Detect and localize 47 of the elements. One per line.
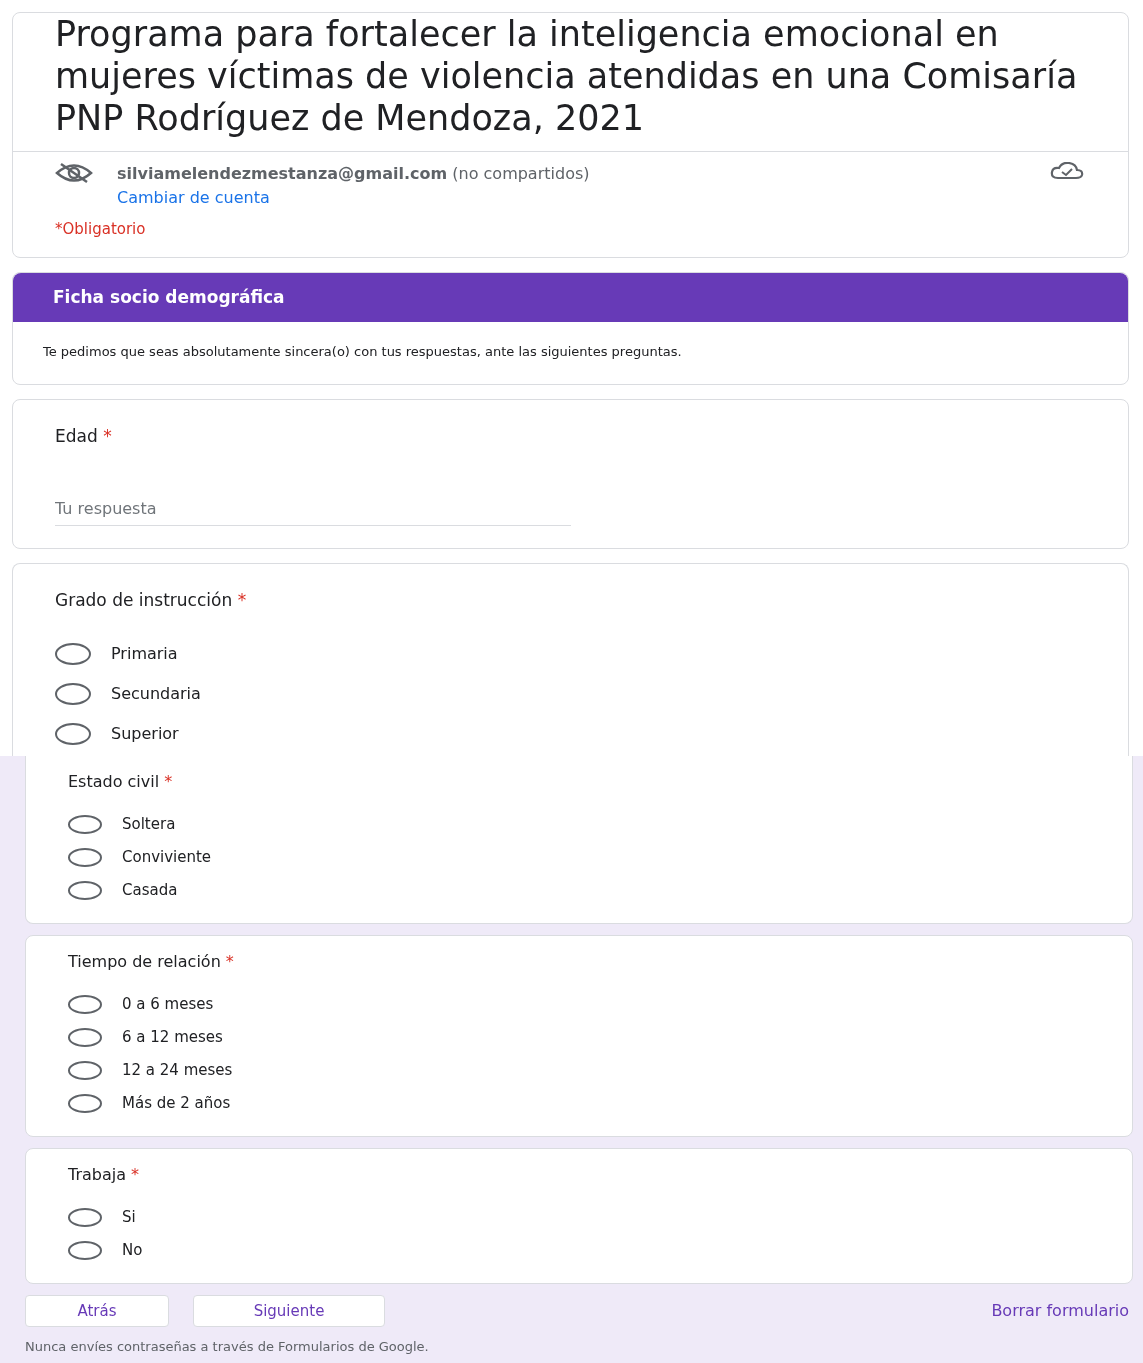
required-asterisk: * <box>103 425 112 446</box>
radio-button[interactable] <box>68 1207 102 1227</box>
question-title: Grado de instrucción <box>55 590 233 610</box>
account-email: silviamelendezmestanza@gmail.com <box>117 164 448 183</box>
radio-button[interactable] <box>68 1240 102 1260</box>
radio-button[interactable] <box>68 814 102 834</box>
option-label: 6 a 12 meses <box>122 1026 223 1048</box>
option-label: 12 a 24 meses <box>122 1059 233 1081</box>
section-title: Ficha socio demográfica <box>13 272 1128 322</box>
required-note: *Obligatorio <box>54 219 147 240</box>
radio-button[interactable] <box>68 1093 102 1113</box>
option-label: Soltera <box>122 813 176 835</box>
question-title: Trabaja <box>68 1164 126 1184</box>
radio-button[interactable] <box>68 1027 102 1047</box>
question-title: Edad <box>55 425 98 446</box>
question-title: Estado civil <box>68 771 160 791</box>
radio-button[interactable] <box>68 880 102 900</box>
section-description: Te pedimos que seas absolutamente sincera(o) con tus respuestas, ante las siguientes preguntas. <box>42 343 683 361</box>
radio-button[interactable] <box>68 847 102 867</box>
required-asterisk: * <box>237 590 247 610</box>
option-label: Secundaria <box>111 682 201 705</box>
option-label: Más de 2 años <box>122 1092 231 1114</box>
radio-button[interactable] <box>55 642 91 665</box>
option-label: Conviviente <box>122 846 212 868</box>
required-asterisk: * <box>164 771 173 791</box>
option-label: 0 a 6 meses <box>122 993 214 1015</box>
required-asterisk: * <box>131 1164 140 1184</box>
sharing-note: (no compartidos) <box>452 164 590 183</box>
option-label: Casada <box>122 879 178 901</box>
option-label: Superior <box>111 722 179 745</box>
option-label: Si <box>122 1206 136 1228</box>
form-title: Programa para fortalecer la inteligencia emocional en mujeres víctimas de violencia atendidas en una Comisaría PNP Rodríguez de Mendoza, 2021 <box>54 13 1079 140</box>
clear-form-link[interactable]: Borrar formulario <box>991 1298 1129 1323</box>
next-button[interactable]: Siguiente <box>193 1294 385 1327</box>
back-button[interactable]: Atrás <box>25 1294 169 1327</box>
radio-button[interactable] <box>55 682 91 705</box>
switch-account-link[interactable]: Cambiar de cuenta <box>117 188 270 207</box>
option-label: No <box>122 1239 143 1261</box>
radio-button[interactable] <box>68 1060 102 1080</box>
radio-button[interactable] <box>55 722 91 745</box>
option-label: Primaria <box>111 642 178 665</box>
radio-button[interactable] <box>68 994 102 1014</box>
question-title: Tiempo de relación <box>68 951 221 971</box>
required-asterisk: * <box>225 951 234 971</box>
password-warning: Nunca envíes contraseñas a través de Formularios de Google. <box>25 1338 430 1356</box>
cloud-icon <box>1050 162 1084 180</box>
hidden-eye-icon <box>55 162 93 184</box>
